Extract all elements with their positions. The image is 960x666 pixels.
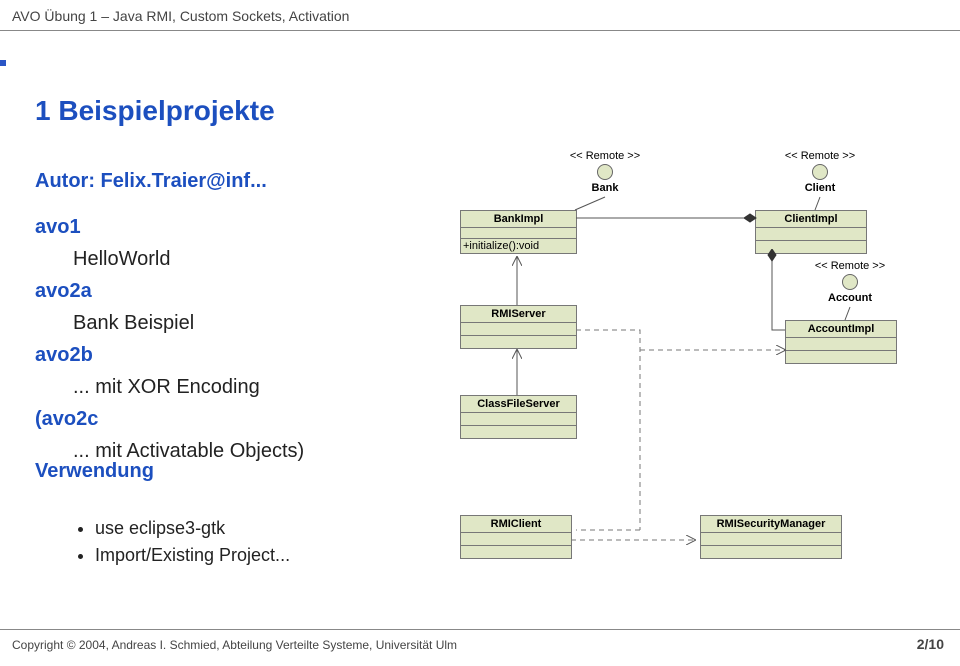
bullet-use-eclipse: use eclipse3-gtk <box>95 518 290 539</box>
item-avo2b-sub: ... mit XOR Encoding <box>73 371 304 403</box>
class-clientimpl: ClientImpl <box>755 210 867 254</box>
interface-bank-name: Bank <box>592 182 619 194</box>
class-bankimpl: BankImpl +initialize():void <box>460 210 577 254</box>
author-line: Autor: Felix.Traier@inf... <box>35 165 304 197</box>
bullet-import-project: Import/Existing Project... <box>95 545 290 566</box>
interface-account: << Remote >> Account <box>790 260 910 304</box>
page-number: 2/10 <box>917 636 944 652</box>
usage-title: Verwendung <box>35 460 154 483</box>
footer-divider <box>0 629 960 630</box>
class-classfileserver: ClassFileServer <box>460 395 577 439</box>
lollipop-icon <box>842 274 858 290</box>
class-rmisecuritymanager: RMISecurityManager <box>700 515 842 559</box>
footer-text: Copyright © 2004, Andreas I. Schmied, Ab… <box>12 638 457 652</box>
stereotype-remote: << Remote >> <box>790 260 910 272</box>
stereotype-remote: << Remote >> <box>545 150 665 162</box>
title-marker <box>0 60 6 66</box>
header-divider <box>0 30 960 31</box>
page-title: 1 Beispielprojekte <box>35 95 275 127</box>
class-rmiclient-title: RMIClient <box>461 516 571 533</box>
lollipop-icon <box>812 164 828 180</box>
class-clientimpl-title: ClientImpl <box>756 211 866 228</box>
class-rmisecuritymanager-title: RMISecurityManager <box>701 516 841 533</box>
item-avo2b-key: avo2b <box>35 339 304 371</box>
usage-bullets: use eclipse3-gtk Import/Existing Project… <box>55 518 290 572</box>
class-rmiserver-title: RMIServer <box>461 306 576 323</box>
class-accountimpl: AccountImpl <box>785 320 897 364</box>
item-avo2a-key: avo2a <box>35 275 304 307</box>
interface-bank: << Remote >> Bank <box>545 150 665 194</box>
item-avo2a-sub: Bank Beispiel <box>73 307 304 339</box>
interface-client-name: Client <box>805 182 836 194</box>
class-classfileserver-title: ClassFileServer <box>461 396 576 413</box>
class-accountimpl-title: AccountImpl <box>786 321 896 338</box>
class-bankimpl-title: BankImpl <box>461 211 576 228</box>
page-header: AVO Übung 1 – Java RMI, Custom Sockets, … <box>12 8 349 24</box>
lollipop-icon <box>597 164 613 180</box>
class-bankimpl-method: +initialize():void <box>461 239 576 253</box>
interface-account-name: Account <box>828 292 872 304</box>
stereotype-remote: << Remote >> <box>760 150 880 162</box>
item-avo1-sub: HelloWorld <box>73 243 304 275</box>
content-block: Autor: Felix.Traier@inf... avo1 HelloWor… <box>35 165 304 467</box>
class-rmiserver: RMIServer <box>460 305 577 349</box>
class-rmiclient: RMIClient <box>460 515 572 559</box>
interface-client: << Remote >> Client <box>760 150 880 194</box>
item-avo2c-key: (avo2c <box>35 403 304 435</box>
item-avo1-key: avo1 <box>35 211 304 243</box>
